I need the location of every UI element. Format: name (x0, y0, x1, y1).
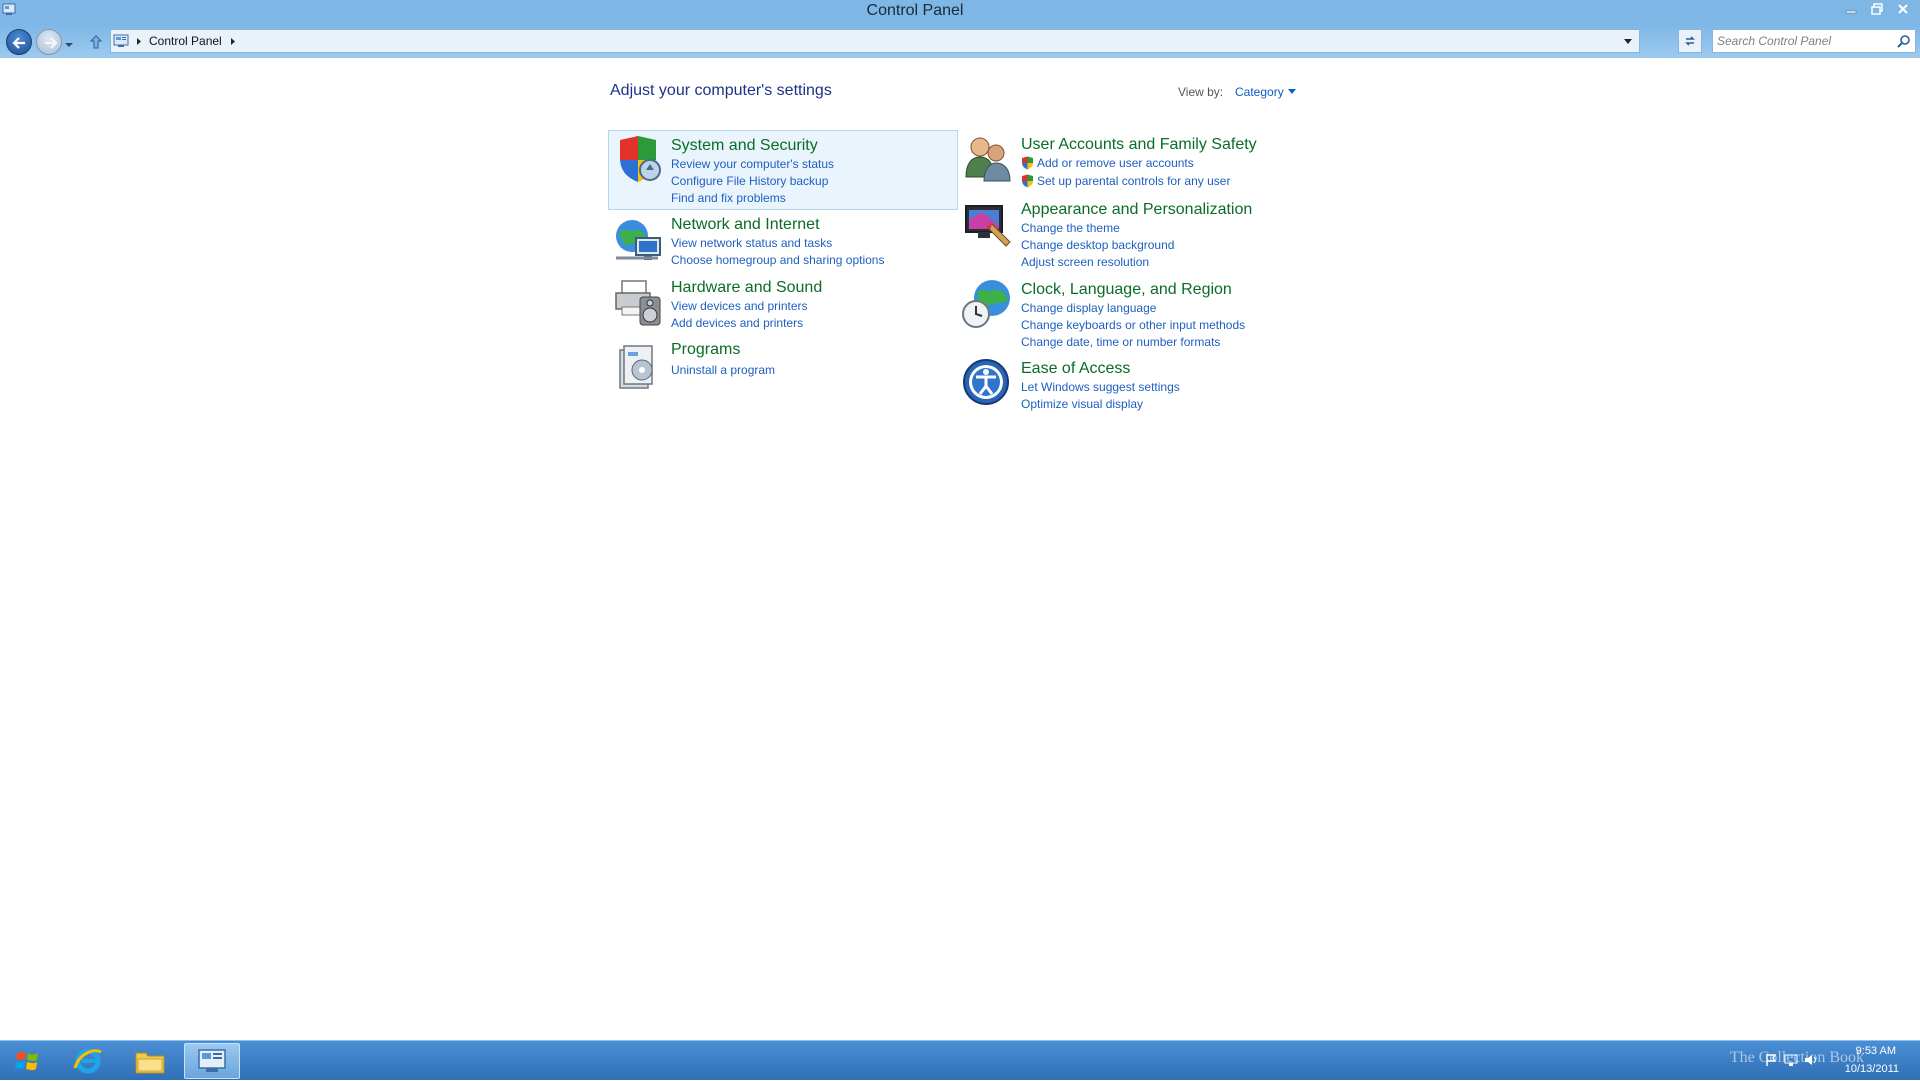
start-button[interactable] (4, 1043, 50, 1079)
link-change-display-language[interactable]: Change display language (1021, 301, 1156, 315)
page-title: Adjust your computer's settings (610, 82, 832, 99)
link-change-date-time-formats[interactable]: Change date, time or number formats (1021, 335, 1220, 349)
category-network-and-internet[interactable]: Network and Internet View network status… (609, 211, 959, 273)
link-parental-controls[interactable]: Set up parental controls for any user (1037, 174, 1230, 188)
category-ease-of-access[interactable]: Ease of Access Let Windows suggest setti… (959, 355, 1319, 417)
category-title-system-and-security[interactable]: System and Security (671, 137, 818, 155)
category-system-and-security[interactable]: System and Security Review your computer… (608, 130, 958, 210)
close-icon (1898, 4, 1908, 14)
title-bar: Control Panel (0, 0, 1920, 24)
category-hardware-and-sound[interactable]: Hardware and Sound View devices and prin… (609, 274, 959, 336)
category-title-user-accounts[interactable]: User Accounts and Family Safety (1021, 136, 1257, 154)
chevron-down-icon[interactable] (1623, 38, 1633, 46)
link-add-devices-printers[interactable]: Add devices and printers (671, 316, 803, 330)
close-button[interactable] (1892, 0, 1914, 18)
ease-of-access-icon (963, 359, 1009, 405)
users-icon (965, 137, 1011, 182)
control-panel-content: Adjust your computer's settings View by:… (0, 58, 1920, 1040)
link-configure-file-history[interactable]: Configure File History backup (671, 174, 828, 188)
category-title-hardware-and-sound[interactable]: Hardware and Sound (671, 279, 822, 297)
category-title-appearance-personalization[interactable]: Appearance and Personalization (1021, 201, 1252, 219)
taskbar-file-explorer[interactable] (122, 1043, 178, 1079)
control-panel-icon (113, 34, 129, 47)
chevron-right-icon[interactable] (229, 37, 237, 46)
monitor-paint-icon (965, 205, 1011, 247)
arrow-right-icon (45, 37, 58, 49)
navigation-bar: Control Panel (0, 24, 1920, 58)
address-bar[interactable]: Control Panel (110, 29, 1640, 53)
view-by-label: View by: (1178, 85, 1224, 99)
link-add-remove-user-accounts[interactable]: Add or remove user accounts (1037, 156, 1194, 170)
link-change-keyboards[interactable]: Change keyboards or other input methods (1021, 318, 1245, 332)
category-programs[interactable]: Programs Uninstall a program (609, 341, 959, 392)
uac-shield-icon (1022, 156, 1033, 170)
link-change-desktop-background[interactable]: Change desktop background (1021, 238, 1174, 252)
link-find-fix-problems[interactable]: Find and fix problems (671, 191, 786, 205)
system-tray: The Collection Book 9:53 AM 10/13/2011 (1660, 1041, 1920, 1081)
category-user-accounts[interactable]: User Accounts and Family Safety Add or r… (959, 130, 1319, 192)
network-globe-icon (616, 220, 661, 260)
control-panel-icon (198, 1049, 226, 1072)
view-by-dropdown[interactable]: Category (1235, 85, 1296, 99)
category-title-network-and-internet[interactable]: Network and Internet (671, 216, 820, 234)
taskbar: The Collection Book 9:53 AM 10/13/2011 (0, 1040, 1920, 1080)
restore-icon (1871, 3, 1883, 15)
refresh-icon (1685, 36, 1695, 46)
arrow-left-icon (12, 37, 25, 49)
up-arrow-icon[interactable] (88, 34, 104, 50)
refresh-button[interactable] (1678, 29, 1702, 53)
category-title-clock-language-region[interactable]: Clock, Language, and Region (1021, 281, 1232, 299)
back-button[interactable] (6, 29, 32, 55)
search-box[interactable] (1712, 29, 1916, 53)
volume-icon[interactable] (1804, 1053, 1818, 1067)
network-icon[interactable] (1784, 1053, 1798, 1067)
breadcrumb-control-panel[interactable]: Control Panel (149, 34, 222, 48)
start-orb-icon (15, 1051, 38, 1071)
chevron-down-icon (1287, 89, 1296, 94)
shield-icon (620, 136, 661, 182)
chevron-right-icon[interactable] (135, 37, 143, 46)
link-change-theme[interactable]: Change the theme (1021, 221, 1120, 235)
view-by-value: Category (1235, 85, 1284, 99)
search-input[interactable] (1717, 33, 1893, 49)
recent-locations-icon[interactable] (64, 40, 74, 50)
forward-button[interactable] (36, 29, 62, 55)
category-clock-language-region[interactable]: Clock, Language, and Region Change displ… (959, 275, 1339, 355)
link-review-computer-status[interactable]: Review your computer's status (671, 157, 834, 171)
link-homegroup-sharing[interactable]: Choose homegroup and sharing options (671, 253, 884, 267)
link-optimize-visual-display[interactable]: Optimize visual display (1021, 397, 1143, 411)
category-title-ease-of-access[interactable]: Ease of Access (1021, 360, 1130, 378)
restore-button[interactable] (1866, 0, 1888, 18)
search-icon[interactable] (1897, 34, 1911, 48)
programs-box-icon (619, 345, 653, 389)
category-title-programs[interactable]: Programs (671, 341, 740, 359)
action-center-flag-icon[interactable] (1764, 1053, 1778, 1067)
clock-time[interactable]: 9:53 AM (1856, 1045, 1896, 1057)
link-uninstall-program[interactable]: Uninstall a program (671, 363, 775, 377)
link-view-network-status[interactable]: View network status and tasks (671, 236, 832, 250)
printer-speaker-icon (615, 280, 661, 326)
file-explorer-icon (135, 1052, 165, 1074)
minimize-button[interactable] (1840, 0, 1862, 18)
internet-explorer-icon (73, 1048, 102, 1074)
uac-shield-icon (1022, 174, 1033, 188)
link-windows-suggest-settings[interactable]: Let Windows suggest settings (1021, 380, 1180, 394)
clock-date[interactable]: 10/13/2011 (1845, 1063, 1899, 1075)
window-title: Control Panel (866, 2, 964, 19)
link-adjust-screen-resolution[interactable]: Adjust screen resolution (1021, 255, 1149, 269)
clock-globe-icon (962, 280, 1010, 328)
minimize-icon (1845, 10, 1857, 14)
category-appearance-personalization[interactable]: Appearance and Personalization Change th… (959, 195, 1319, 275)
taskbar-internet-explorer[interactable] (60, 1043, 116, 1079)
link-view-devices-printers[interactable]: View devices and printers (671, 299, 808, 313)
taskbar-control-panel[interactable] (184, 1043, 240, 1079)
